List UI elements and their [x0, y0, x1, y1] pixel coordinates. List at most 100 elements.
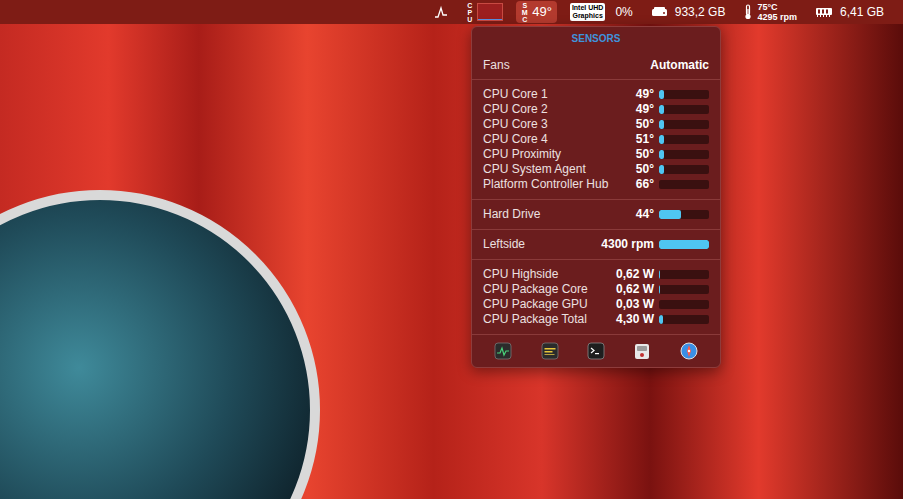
- sensor-label: CPU Core 4: [483, 132, 636, 147]
- sensor-row: CPU Highside0,62 W: [483, 267, 709, 282]
- sensor-label: Platform Controller Hub: [483, 177, 636, 192]
- sensor-row: Hard Drive44°: [483, 207, 709, 222]
- sensor-label: CPU Highside: [483, 267, 616, 282]
- sensor-bar: [659, 315, 709, 324]
- sensor-label: CPU Proximity: [483, 147, 636, 162]
- ram-item[interactable]: 6,41 GB: [810, 1, 889, 23]
- sensor-value: 0,03 W: [616, 297, 654, 312]
- sensor-row: CPU Package Core0,62 W: [483, 282, 709, 297]
- sensor-row: CPU System Agent50°: [483, 162, 709, 177]
- sensor-bar: [659, 300, 709, 309]
- sensor-value: 51°: [636, 132, 654, 147]
- sensor-label: CPU Package GPU: [483, 297, 616, 312]
- sensor-section: CPU Highside0,62 WCPU Package Core0,62 W…: [472, 259, 720, 334]
- sensor-value: 50°: [636, 117, 654, 132]
- terminal-icon[interactable]: [587, 342, 605, 360]
- sensor-bar: [659, 210, 709, 219]
- sensor-section: Leftside4300 rpm: [472, 229, 720, 259]
- sensor-bar: [659, 90, 709, 99]
- sensor-bar: [659, 120, 709, 129]
- disk-icon: [651, 6, 668, 18]
- sensor-value: 66°: [636, 177, 654, 192]
- gpu-item[interactable]: Intel UHDGraphics 0%: [565, 1, 638, 23]
- sensor-label: Leftside: [483, 237, 601, 252]
- sensor-bar: [659, 150, 709, 159]
- cpu-mini-chart-fill: [478, 19, 502, 20]
- activity-item[interactable]: [429, 1, 453, 23]
- sensor-row: Leftside4300 rpm: [483, 237, 709, 252]
- console-icon[interactable]: [541, 342, 559, 360]
- sensor-label: CPU System Agent: [483, 162, 636, 177]
- fans-row: FansAutomatic: [472, 51, 720, 79]
- ram-icon: [815, 7, 833, 18]
- sensor-label: CPU Core 1: [483, 87, 636, 102]
- activity-icon: [434, 5, 448, 19]
- sensors-popup: SENSORSFansAutomaticCPU Core 149°CPU Cor…: [471, 26, 721, 368]
- disk-utility-icon[interactable]: [633, 342, 651, 360]
- vertical-label: CPU: [466, 2, 473, 23]
- sensor-value: 50°: [636, 162, 654, 177]
- sensor-bar: [659, 165, 709, 174]
- sensor-value: 50°: [636, 147, 654, 162]
- sensor-bar-fill: [659, 150, 664, 159]
- fan-line: 4295 rpm: [757, 12, 797, 22]
- sensor-value: 44°: [636, 207, 654, 222]
- sensor-row: CPU Package GPU0,03 W: [483, 297, 709, 312]
- sensor-bar: [659, 180, 709, 189]
- disk-item[interactable]: 933,2 GB: [646, 1, 731, 23]
- sensor-bar-fill: [659, 135, 664, 144]
- sensors-item[interactable]: SMC 49°: [516, 1, 557, 23]
- fan-item[interactable]: 75°C4295 rpm: [738, 1, 802, 23]
- sensor-bar-fill: [659, 240, 709, 249]
- sensor-bar-fill: [659, 105, 664, 114]
- sensor-value: 0,62 W: [616, 267, 654, 282]
- sensor-value: 4,30 W: [616, 312, 654, 327]
- sensor-bar-fill: [659, 270, 660, 279]
- sensor-bar-fill: [659, 210, 681, 219]
- sensor-value: 49°: [636, 87, 654, 102]
- sensor-row: CPU Core 149°: [483, 87, 709, 102]
- gpu-value: 0%: [615, 5, 632, 19]
- sensor-label: CPU Core 2: [483, 102, 636, 117]
- sensor-bar-fill: [659, 165, 664, 174]
- sensor-section: Hard Drive44°: [472, 199, 720, 229]
- activity-monitor-icon[interactable]: [494, 342, 512, 360]
- sensor-value: 49°: [636, 102, 654, 117]
- sensor-bar-fill: [659, 90, 664, 99]
- sensor-bar: [659, 240, 709, 249]
- fan-lines: 75°C4295 rpm: [757, 2, 797, 22]
- popup-toolbar: [472, 334, 720, 367]
- sensor-label: CPU Core 3: [483, 117, 636, 132]
- cpu-item[interactable]: CPU: [461, 1, 508, 23]
- sensor-section: CPU Core 149°CPU Core 249°CPU Core 350°C…: [472, 79, 720, 199]
- sensor-row: CPU Core 451°: [483, 132, 709, 147]
- sensor-value: 4300 rpm: [601, 237, 654, 252]
- sensor-bar-fill: [659, 315, 663, 324]
- sensor-label: CPU Package Core: [483, 282, 616, 297]
- wallpaper-shape: [0, 190, 320, 499]
- gpu-badge-line: Intel UHD: [572, 4, 604, 12]
- sensor-bar: [659, 135, 709, 144]
- safari-icon[interactable]: [680, 342, 698, 360]
- popup-title: SENSORS: [472, 27, 720, 51]
- sensor-row: CPU Core 249°: [483, 102, 709, 117]
- sensor-row: Platform Controller Hub66°: [483, 177, 709, 192]
- vertical-label: SMC: [521, 2, 528, 23]
- cpu-mini-chart: [477, 3, 503, 21]
- sensor-row: CPU Package Total4,30 W: [483, 312, 709, 327]
- gpu-badge: Intel UHDGraphics: [570, 3, 606, 21]
- sensor-bar-fill: [659, 285, 660, 294]
- disk-value: 933,2 GB: [675, 5, 726, 19]
- sensor-bar: [659, 270, 709, 279]
- desktop: CPU SMC 49° Intel UHDGraphics 0% 933,2 GB 75°C…: [0, 0, 903, 499]
- sensor-bar: [659, 105, 709, 114]
- menu-bar: CPU SMC 49° Intel UHDGraphics 0% 933,2 GB 75°C…: [0, 0, 903, 24]
- thermometer-icon: [743, 4, 753, 20]
- gpu-badge-line: Graphics: [572, 12, 602, 20]
- sensor-bar-fill: [659, 120, 664, 129]
- sensor-value: 49°: [532, 5, 552, 19]
- sensor-value: 0,62 W: [616, 282, 654, 297]
- sensor-label: CPU Package Total: [483, 312, 616, 327]
- fans-value: Automatic: [650, 56, 709, 74]
- fan-line: 75°C: [757, 2, 797, 12]
